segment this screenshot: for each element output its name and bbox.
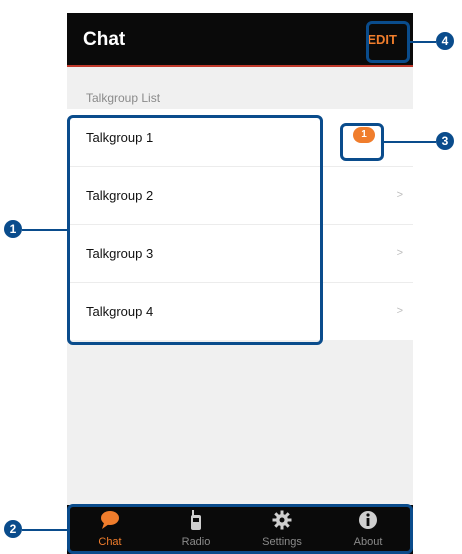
callout-number: 4 [436, 32, 454, 50]
callout-leader [22, 229, 68, 231]
callout-frame-tabbar [67, 504, 413, 554]
callout-number: 1 [4, 220, 22, 238]
callout-frame-talkgroups [67, 115, 323, 345]
chevron-right-icon: > [396, 247, 403, 259]
header-divider [67, 65, 413, 67]
talkgroup-list-label: Talkgroup List [86, 91, 161, 105]
callout-frame-edit [366, 21, 410, 63]
callout-leader [384, 141, 436, 143]
callout-leader [410, 41, 436, 43]
chevron-right-icon: > [396, 189, 403, 201]
callout-leader [22, 529, 68, 531]
callout-frame-badge [340, 123, 384, 161]
app-header: Chat EDIT [67, 13, 413, 65]
page-title: Chat [83, 29, 126, 50]
callout-number: 3 [436, 132, 454, 150]
callout-number: 2 [4, 520, 22, 538]
chevron-right-icon: > [396, 305, 403, 317]
